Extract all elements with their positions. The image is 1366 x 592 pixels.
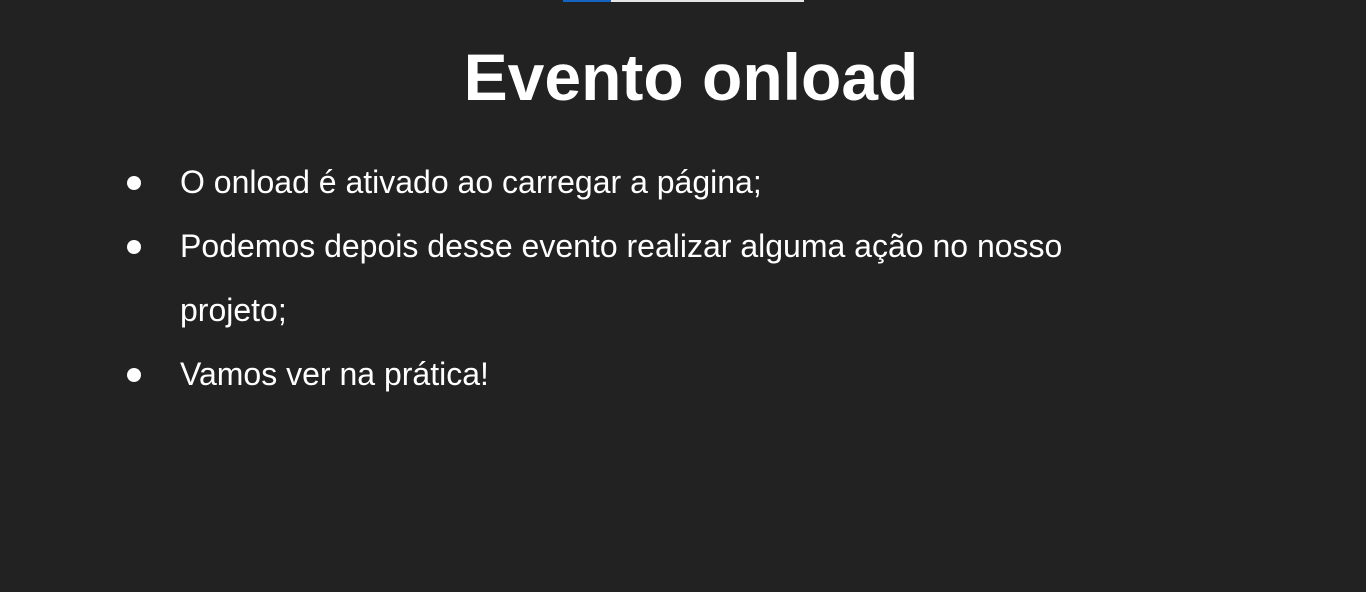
- bullet-text: Podemos depois desse evento realizar alg…: [180, 228, 1063, 328]
- progress-indicator-track: [611, 0, 804, 2]
- slide-progress-indicator: [563, 0, 804, 2]
- bullet-text: Vamos ver na prática!: [180, 356, 489, 392]
- bullet-dot-icon: [127, 240, 141, 254]
- bullet-dot-icon: [127, 368, 141, 382]
- bullet-list: O onload é ativado ao carregar a página;…: [0, 150, 1140, 406]
- bullet-dot-icon: [127, 176, 141, 190]
- bullet-item: Vamos ver na prática!: [0, 342, 1140, 406]
- slide-title: Evento onload: [463, 40, 919, 114]
- bullet-item: O onload é ativado ao carregar a página;: [0, 150, 1140, 214]
- progress-indicator-active: [563, 0, 611, 2]
- bullet-text: O onload é ativado ao carregar a página;: [180, 164, 762, 200]
- bullet-item: Podemos depois desse evento realizar alg…: [0, 214, 1140, 342]
